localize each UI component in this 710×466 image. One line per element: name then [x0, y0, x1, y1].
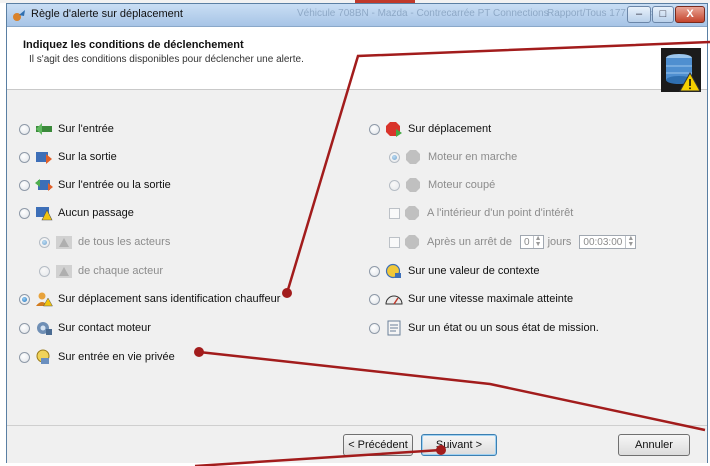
option-mission-state-label: Sur un état ou un sous état de mission.: [408, 322, 599, 334]
cancel-button[interactable]: Annuler: [618, 434, 690, 456]
option-privacy[interactable]: Sur entrée en vie privée: [19, 348, 175, 366]
option-max-speed[interactable]: Sur une vitesse maximale atteinte: [369, 290, 573, 308]
title-bar[interactable]: Règle d'alerte sur déplacement Véhicule …: [7, 4, 707, 27]
option-no-passage[interactable]: Aucun passage: [19, 204, 134, 222]
option-privacy-label: Sur entrée en vie privée: [58, 351, 175, 363]
option-no-driver-id-label: Sur déplacement sans identification chau…: [58, 293, 281, 305]
option-all-actors-label: de tous les acteurs: [78, 236, 171, 248]
option-exit[interactable]: Sur la sortie: [19, 148, 117, 166]
speedometer-icon: [385, 291, 403, 307]
radio-engine-off: [389, 179, 400, 191]
option-engine-contact-label: Sur contact moteur: [58, 322, 151, 334]
radio-engine-on: [389, 151, 400, 163]
option-movement-label: Sur déplacement: [408, 123, 492, 135]
window-title: Règle d'alerte sur déplacement: [31, 8, 183, 20]
option-engine-off-label: Moteur coupé: [428, 179, 496, 191]
days-value: 0: [524, 236, 530, 248]
maximize-button[interactable]: □: [652, 6, 674, 23]
radio-mission-state[interactable]: [369, 322, 380, 334]
radio-privacy[interactable]: [19, 351, 30, 363]
mission-state-icon: [385, 320, 403, 336]
background-title-ghost: Véhicule 708BN - Mazda - Contrecarrée PT…: [297, 8, 549, 19]
days-unit-label: jours: [547, 236, 572, 248]
option-no-passage-label: Aucun passage: [58, 207, 134, 219]
poi-icon: [404, 205, 422, 221]
context-value-icon: [385, 263, 403, 279]
entry-arrow-icon: [35, 121, 53, 137]
engine-contact-icon: [35, 320, 53, 336]
all-actors-icon: [55, 234, 73, 250]
radio-each-actor: [39, 265, 50, 277]
option-engine-on-label: Moteur en marche: [428, 151, 518, 163]
close-button[interactable]: X: [675, 6, 705, 23]
privacy-lock-icon: [35, 349, 53, 365]
header-title: Indiquez les conditions de déclenchement: [23, 39, 244, 51]
minimize-button[interactable]: –: [627, 6, 651, 23]
option-inside-poi-label: A l'intérieur d'un point d'intérêt: [427, 207, 574, 219]
option-inside-poi: A l'intérieur d'un point d'intérêt: [389, 204, 573, 222]
app-icon: [13, 10, 25, 21]
radio-entry-exit[interactable]: [19, 179, 30, 191]
no-passage-warning-icon: [35, 205, 53, 221]
radio-context-value[interactable]: [369, 265, 380, 277]
driver-warning-icon: [35, 291, 53, 307]
option-exit-label: Sur la sortie: [58, 151, 117, 163]
stop-sign-icon: [385, 121, 403, 137]
engine-on-icon: [405, 149, 423, 165]
header-subtitle: Il s'agit des conditions disponibles pou…: [29, 54, 304, 65]
option-mission-state[interactable]: Sur un état ou un sous état de mission.: [369, 319, 599, 337]
option-engine-off: Moteur coupé: [389, 176, 495, 194]
exit-arrow-icon: [35, 149, 53, 165]
radio-movement[interactable]: [369, 123, 380, 135]
time-stepper: 00:03:00 ▲ ▼: [579, 235, 637, 249]
time-stepper-arrows: ▲ ▼: [625, 235, 635, 248]
days-stepper-arrows: ▲ ▼: [532, 235, 543, 248]
entry-exit-arrows-icon: [35, 177, 53, 193]
wizard-header: Indiquez les conditions de déclenchement…: [7, 27, 707, 92]
option-context-value[interactable]: Sur une valeur de contexte: [369, 262, 539, 280]
option-context-value-label: Sur une valeur de contexte: [408, 265, 540, 277]
option-max-speed-label: Sur une vitesse maximale atteinte: [408, 293, 574, 305]
checkbox-after-stop: [389, 236, 400, 248]
option-after-stop-label: Après un arrêt de: [427, 236, 512, 248]
checkbox-inside-poi: [389, 207, 400, 219]
days-stepper: 0 ▲ ▼: [520, 235, 544, 249]
radio-no-passage[interactable]: [19, 207, 30, 219]
database-warning-icon: [661, 48, 701, 92]
time-value: 00:03:00: [583, 236, 623, 248]
wizard-footer: < Précédent Suivant > Annuler: [7, 425, 707, 463]
option-entry-exit[interactable]: Sur l'entrée ou la sortie: [19, 176, 171, 194]
radio-no-driver-id[interactable]: [19, 293, 30, 305]
option-no-driver-id[interactable]: Sur déplacement sans identification chau…: [19, 290, 280, 308]
option-entry-exit-label: Sur l'entrée ou la sortie: [58, 179, 171, 191]
engine-off-icon: [405, 177, 423, 193]
dialog-window: Règle d'alerte sur déplacement Véhicule …: [6, 3, 708, 463]
radio-entry[interactable]: [19, 123, 30, 135]
option-engine-contact[interactable]: Sur contact moteur: [19, 319, 151, 337]
radio-max-speed[interactable]: [369, 293, 380, 305]
next-button[interactable]: Suivant >: [421, 434, 497, 456]
option-movement[interactable]: Sur déplacement: [369, 120, 491, 138]
each-actor-icon: [55, 263, 73, 279]
option-each-actor-label: de chaque acteur: [78, 265, 164, 277]
option-entry-label: Sur l'entrée: [58, 123, 114, 135]
stop-duration-icon: [404, 234, 422, 250]
option-after-stop: Après un arrêt de 0 ▲ ▼ jours 00:03:00 ▲ ▼: [389, 233, 640, 251]
radio-engine-contact[interactable]: [19, 322, 30, 334]
option-entry[interactable]: Sur l'entrée: [19, 120, 114, 138]
radio-exit[interactable]: [19, 151, 30, 163]
option-each-actor: de chaque acteur: [39, 262, 163, 280]
previous-button[interactable]: < Précédent: [343, 434, 413, 456]
radio-all-actors: [39, 236, 50, 248]
option-all-actors: de tous les acteurs: [39, 233, 170, 251]
option-engine-on: Moteur en marche: [389, 148, 517, 166]
